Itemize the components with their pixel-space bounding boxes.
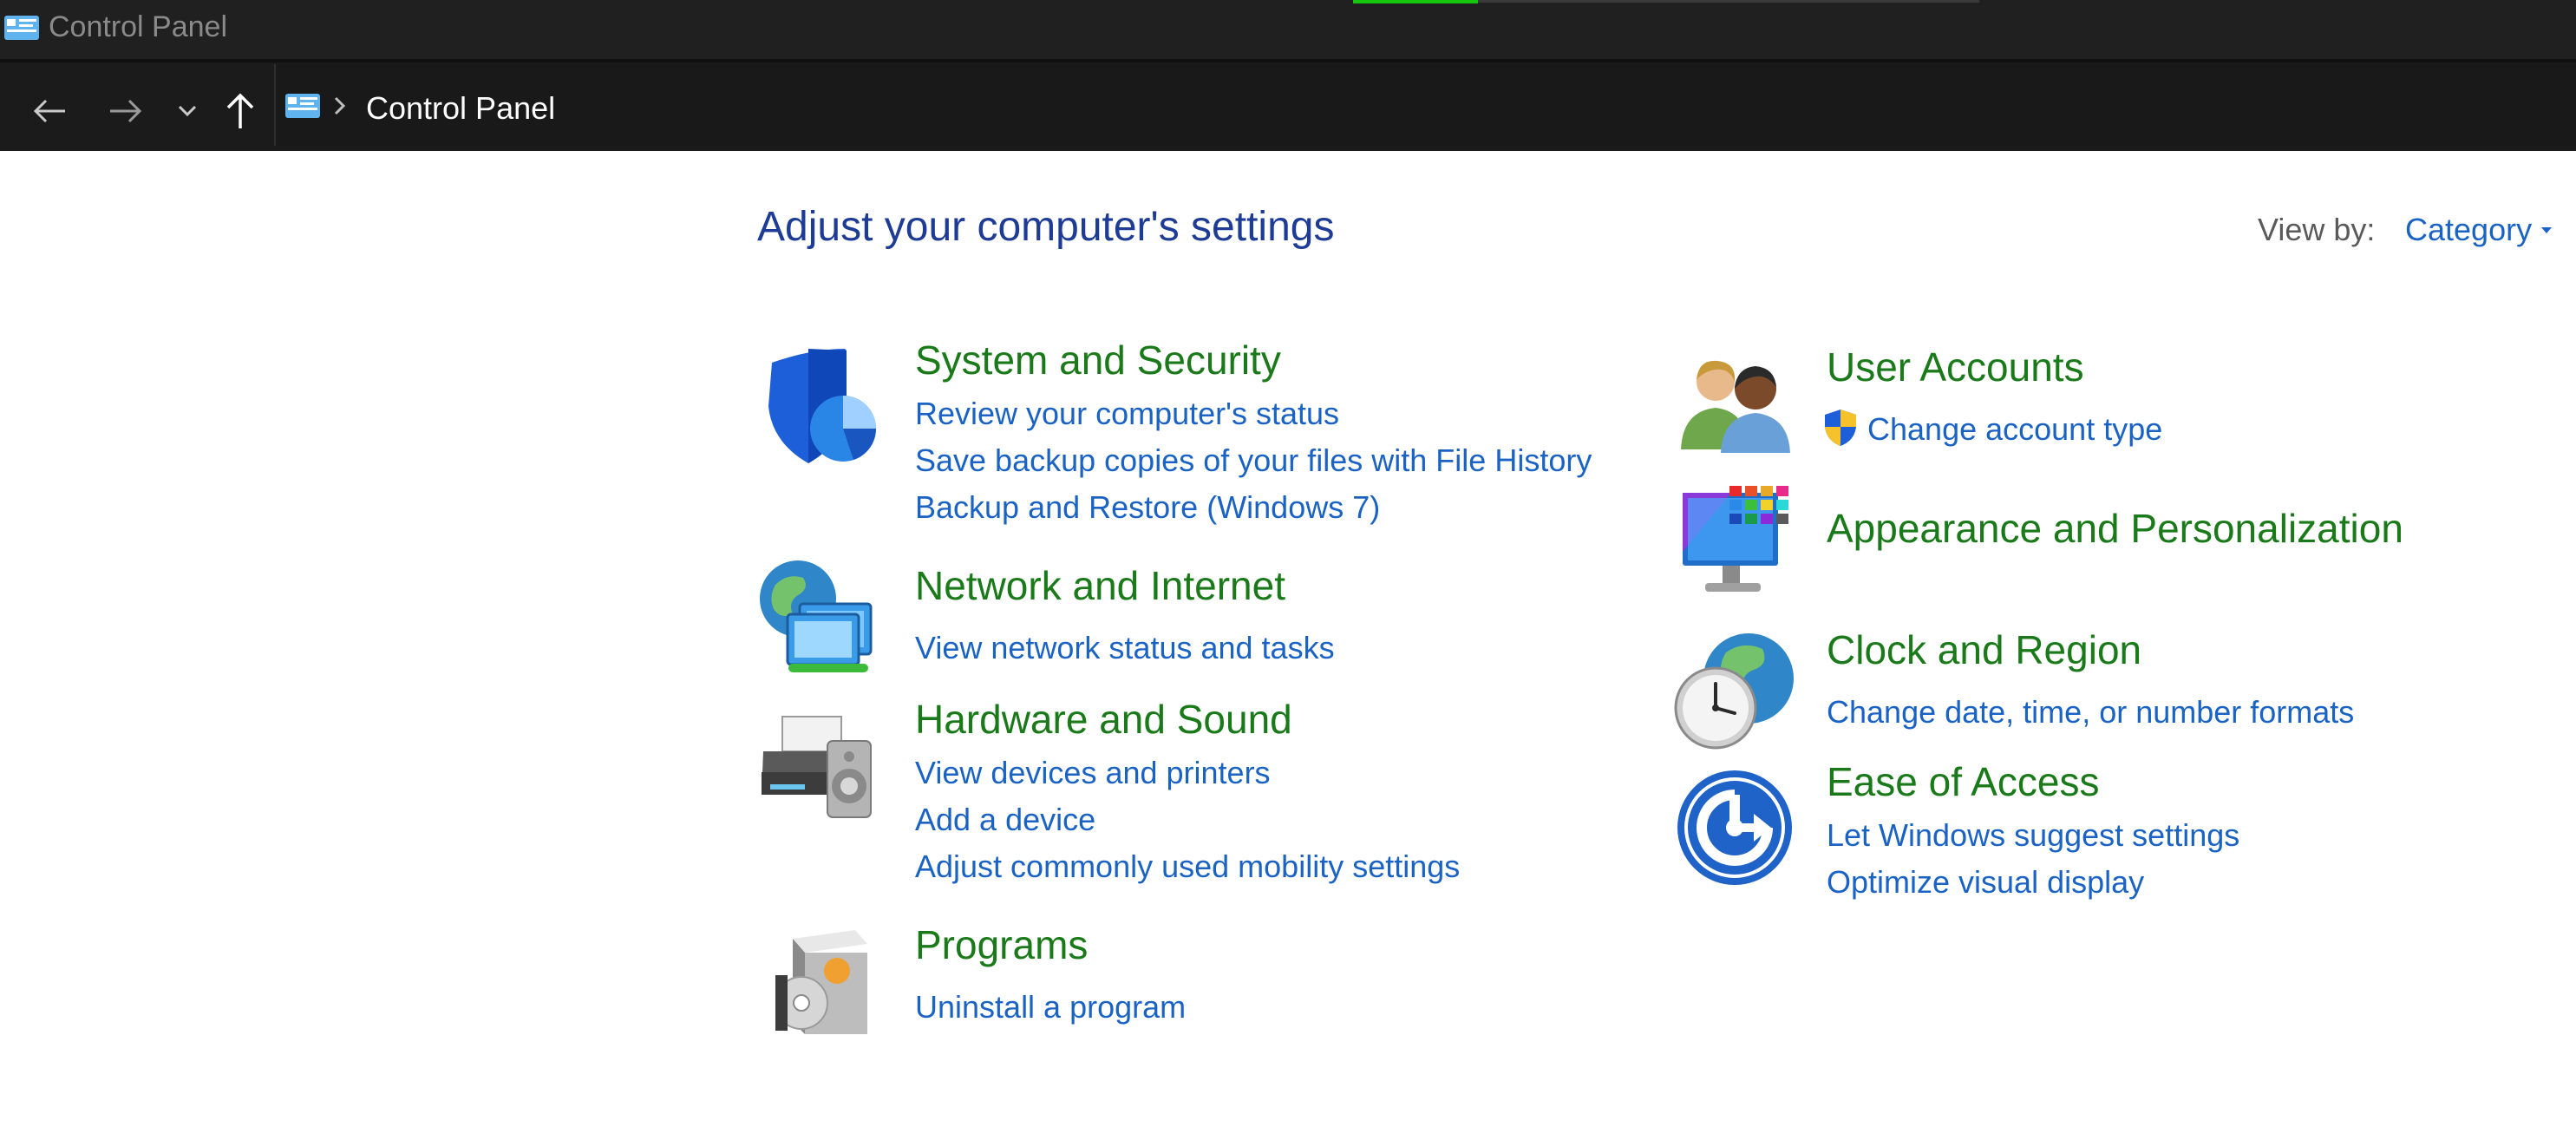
navigation-bar: Control Panel [0, 59, 2576, 151]
printer-speaker-icon[interactable] [758, 711, 879, 824]
control-panel-icon [4, 16, 39, 40]
forward-button[interactable] [102, 85, 149, 137]
category-user-accounts-title[interactable]: User Accounts [1827, 344, 2084, 390]
title-divider [1478, 0, 1979, 3]
title-bar: Control Panel [0, 0, 2576, 59]
view-by-dropdown[interactable]: Category [2405, 212, 2532, 248]
back-button[interactable] [26, 85, 73, 137]
programs-disc-icon[interactable] [775, 927, 873, 1038]
page-title: Adjust your computer's settings [757, 204, 1335, 250]
category-system-security-title[interactable]: System and Security [915, 337, 1281, 383]
arrow-left-icon [33, 99, 65, 123]
title-progress-indicator [1353, 0, 1478, 3]
view-by-label: View by: [2258, 212, 2376, 247]
link-add-device[interactable]: Add a device [915, 802, 1095, 838]
chevron-down-icon [178, 105, 197, 117]
link-date-time-formats[interactable]: Change date, time, or number formats [1827, 694, 2354, 731]
category-network-internet-title[interactable]: Network and Internet [915, 562, 1285, 609]
arrow-right-icon [110, 99, 142, 123]
link-review-status[interactable]: Review your computer's status [915, 396, 1339, 432]
chevron-right-icon[interactable] [333, 95, 347, 116]
nav-separator [0, 59, 2576, 62]
window-title: Control Panel [49, 10, 228, 43]
link-change-account-type[interactable]: Change account type [1867, 411, 2162, 448]
category-hardware-sound-title[interactable]: Hardware and Sound [915, 696, 1292, 743]
clock-globe-icon[interactable] [1672, 630, 1794, 751]
ease-of-access-icon[interactable] [1676, 769, 1794, 887]
category-clock-region-title[interactable]: Clock and Region [1827, 626, 2141, 673]
breadcrumb-control-panel[interactable]: Control Panel [366, 90, 555, 127]
address-bar[interactable]: Control Panel [274, 64, 2576, 146]
link-file-history[interactable]: Save backup copies of your files with Fi… [915, 442, 1592, 479]
link-devices-printers[interactable]: View devices and printers [915, 755, 1271, 791]
recent-locations-button[interactable] [172, 85, 203, 137]
uac-shield-icon [1825, 410, 1856, 446]
up-button[interactable] [219, 85, 262, 137]
network-globe-icon[interactable] [758, 559, 886, 680]
users-icon[interactable] [1677, 356, 1794, 453]
link-backup-restore[interactable]: Backup and Restore (Windows 7) [915, 489, 1380, 526]
link-uninstall-program[interactable]: Uninstall a program [915, 989, 1186, 1025]
link-network-status[interactable]: View network status and tasks [915, 630, 1335, 666]
category-programs-title[interactable]: Programs [915, 921, 1088, 968]
link-mobility-settings[interactable]: Adjust commonly used mobility settings [915, 849, 1460, 885]
category-appearance-title[interactable]: Appearance and Personalization [1827, 505, 2403, 552]
shield-icon[interactable] [760, 345, 881, 467]
category-ease-access-title[interactable]: Ease of Access [1827, 758, 2100, 805]
link-optimize-display[interactable]: Optimize visual display [1827, 864, 2144, 901]
link-suggest-settings[interactable]: Let Windows suggest settings [1827, 817, 2239, 854]
caret-down-icon[interactable] [2541, 227, 2552, 234]
monitor-palette-icon[interactable] [1679, 482, 1795, 602]
control-panel-icon [285, 94, 320, 118]
arrow-up-icon [226, 93, 254, 128]
